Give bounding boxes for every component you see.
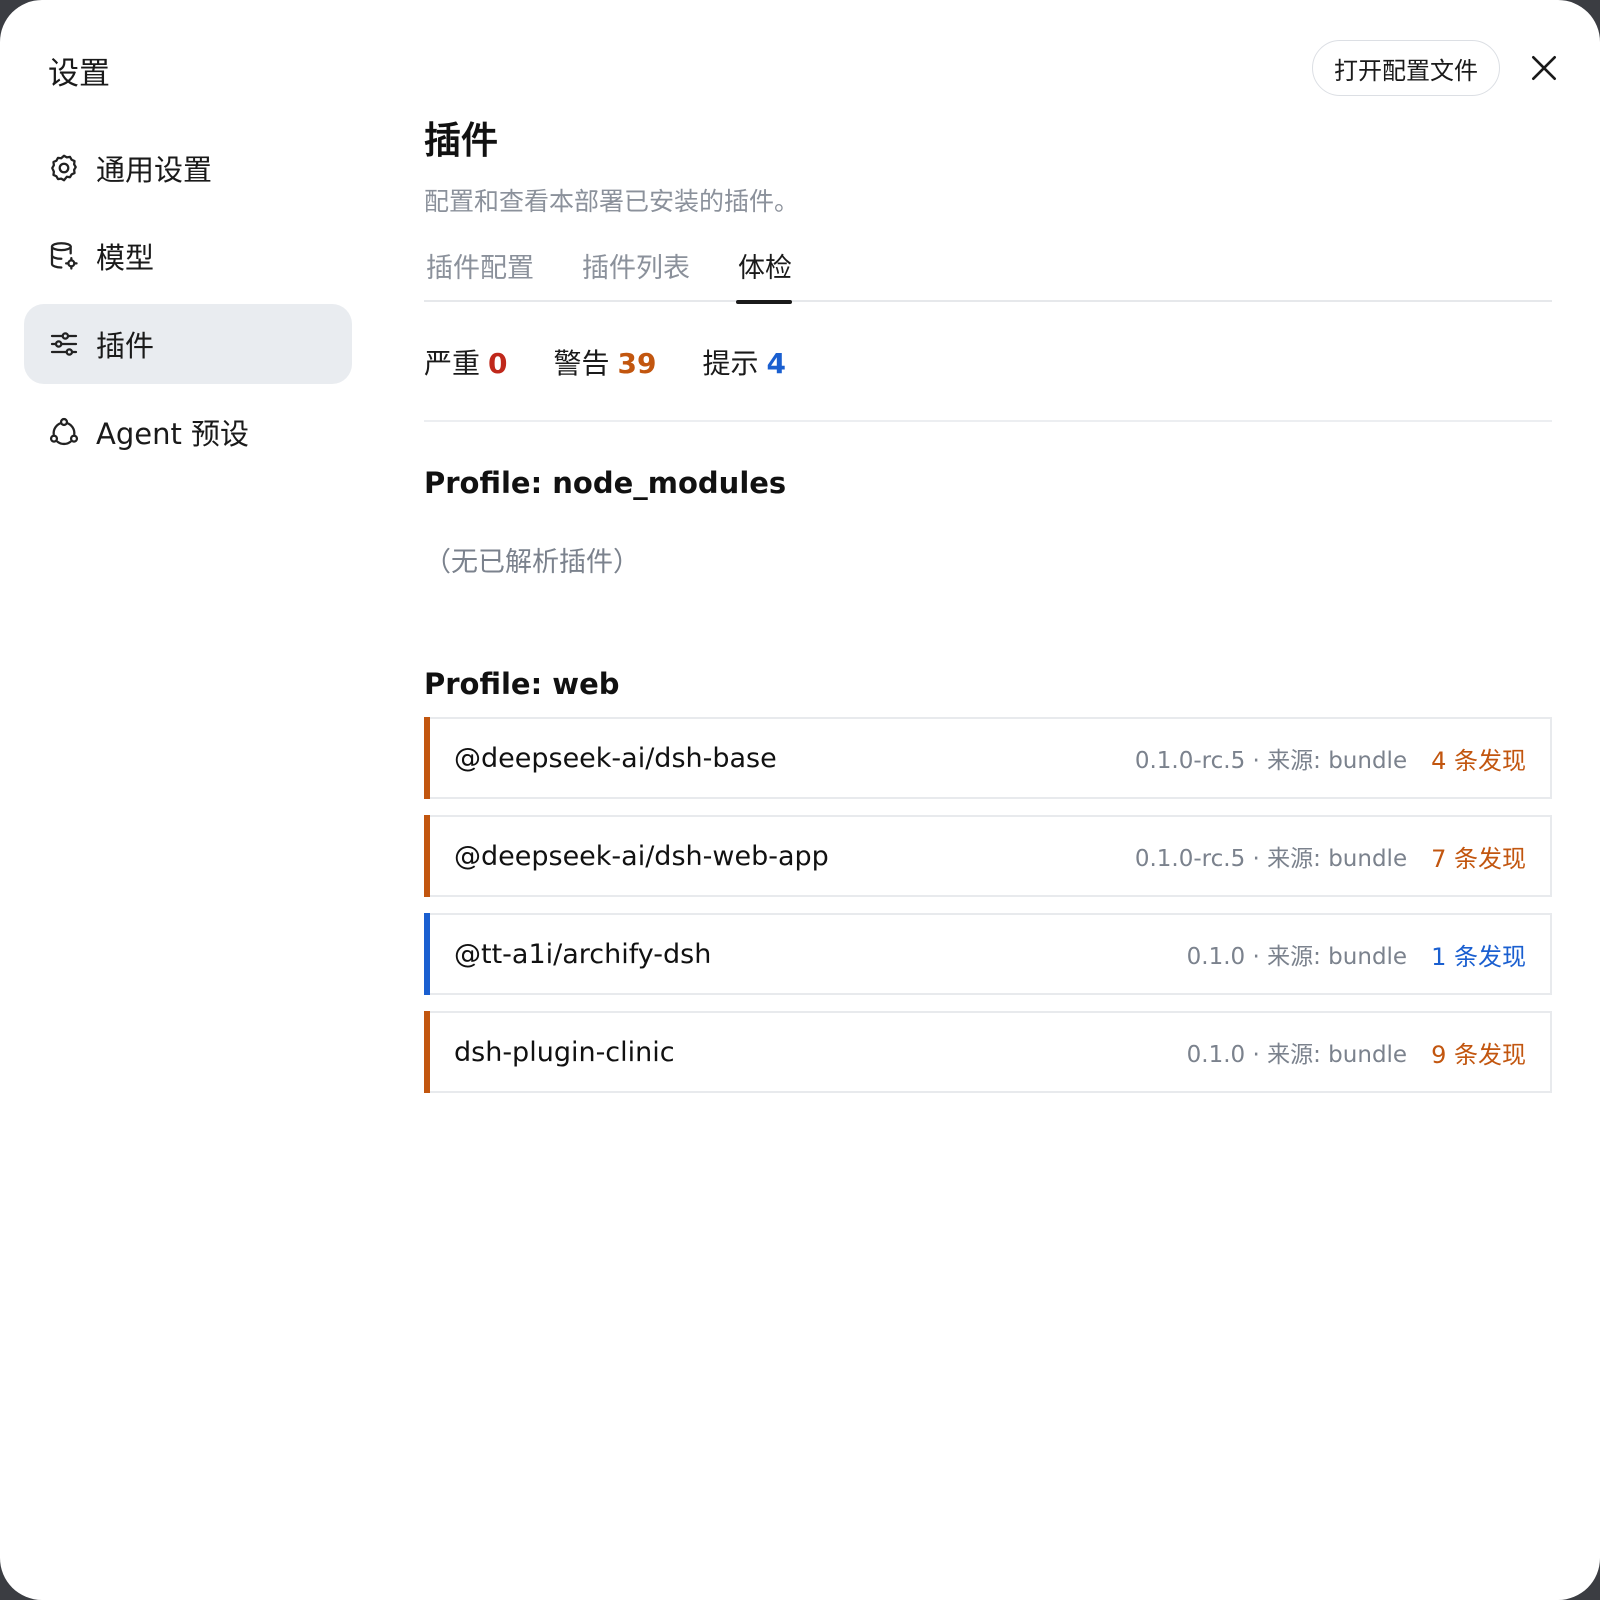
sidebar-item-agent-presets[interactable]: Agent 预设 <box>24 392 352 472</box>
severity-bar <box>424 913 430 995</box>
gear-icon <box>48 152 80 184</box>
empty-plugins-note: （无已解析插件） <box>424 547 640 578</box>
summary-hint-label: 提示 <box>702 347 759 380</box>
open-config-file-button[interactable]: 打开配置文件 <box>1312 40 1500 96</box>
plugin-meta: 0.1.0 · 来源: bundle <box>1186 1042 1408 1068</box>
plugin-name: @tt-a1i/archify-dsh <box>454 938 712 970</box>
sidebar-item-label: Agent 预设 <box>96 417 250 451</box>
plugin-meta: 0.1.0-rc.5 · 来源: bundle <box>1134 846 1408 872</box>
plugin-findings: 4 条发现 <box>1431 746 1526 775</box>
plugin-findings: 9 条发现 <box>1431 1040 1526 1069</box>
findings-summary: 严重 0 警告 39 提示 4 <box>424 342 1552 422</box>
tab-health-check[interactable]: 体检 <box>736 246 792 304</box>
profile-title: Profile: node_modules <box>424 466 787 500</box>
plugin-findings: 1 条发现 <box>1431 942 1526 971</box>
plugin-name: dsh-plugin-clinic <box>454 1036 675 1068</box>
summary-hint-count: 4 <box>766 347 786 380</box>
plugin-meta: 0.1.0-rc.5 · 来源: bundle <box>1134 748 1408 774</box>
sidebar-item-general[interactable]: 通用设置 <box>24 128 352 208</box>
plugin-findings: 7 条发现 <box>1431 844 1526 873</box>
plugins-panel: 插件 配置和查看本部署已安装的插件。 插件配置 插件列表 体检 严重 0 警告 39… <box>424 110 1552 1109</box>
plugin-row[interactable]: @deepseek-ai/dsh-web-app 0.1.0-rc.5 · 来源… <box>424 815 1552 897</box>
summary-warning: 警告 39 <box>554 342 657 382</box>
summary-critical-label: 严重 <box>424 347 481 380</box>
summary-warning-count: 39 <box>617 347 657 380</box>
page-description: 配置和查看本部署已安装的插件。 <box>424 187 800 216</box>
tab-bar: 插件配置 插件列表 体检 <box>424 246 1552 304</box>
agent-preset-icon <box>48 416 80 448</box>
plugin-row[interactable]: dsh-plugin-clinic 0.1.0 · 来源: bundle 9 条… <box>424 1011 1552 1093</box>
sidebar-item-label: 模型 <box>96 241 155 275</box>
sidebar-item-models[interactable]: 模型 <box>24 216 352 296</box>
page-title: 插件 <box>424 119 498 162</box>
tab-plugin-list[interactable]: 插件列表 <box>580 246 690 302</box>
severity-bar <box>424 1011 430 1093</box>
sliders-icon <box>48 328 80 360</box>
plugin-row[interactable]: @tt-a1i/archify-dsh 0.1.0 · 来源: bundle 1… <box>424 913 1552 995</box>
severity-bar <box>424 815 430 897</box>
summary-warning-label: 警告 <box>553 347 610 380</box>
summary-critical: 严重 0 <box>424 342 508 382</box>
settings-window: 设置 通用设置 模型 插件 Agent 预设 打开配置文件 插件 配置和查看本部… <box>0 0 1600 1600</box>
tab-plugin-config[interactable]: 插件配置 <box>424 246 534 302</box>
sidebar-item-label: 通用设置 <box>96 153 213 187</box>
summary-critical-count: 0 <box>488 347 508 380</box>
database-icon <box>48 240 80 272</box>
plugin-list: @deepseek-ai/dsh-base 0.1.0-rc.5 · 来源: b… <box>424 717 1552 1093</box>
close-icon[interactable] <box>1528 52 1560 84</box>
settings-title: 设置 <box>48 56 110 92</box>
plugin-meta: 0.1.0 · 来源: bundle <box>1186 944 1408 970</box>
sidebar-nav: 通用设置 模型 插件 Agent 预设 <box>24 128 352 480</box>
severity-bar <box>424 717 430 799</box>
profile-title: Profile: web <box>424 667 620 701</box>
plugin-name: @deepseek-ai/dsh-web-app <box>454 840 829 872</box>
sidebar-item-plugins[interactable]: 插件 <box>24 304 352 384</box>
plugin-row[interactable]: @deepseek-ai/dsh-base 0.1.0-rc.5 · 来源: b… <box>424 717 1552 799</box>
plugin-name: @deepseek-ai/dsh-base <box>454 742 777 774</box>
sidebar-item-label: 插件 <box>96 329 155 363</box>
summary-hint: 提示 4 <box>702 342 786 382</box>
